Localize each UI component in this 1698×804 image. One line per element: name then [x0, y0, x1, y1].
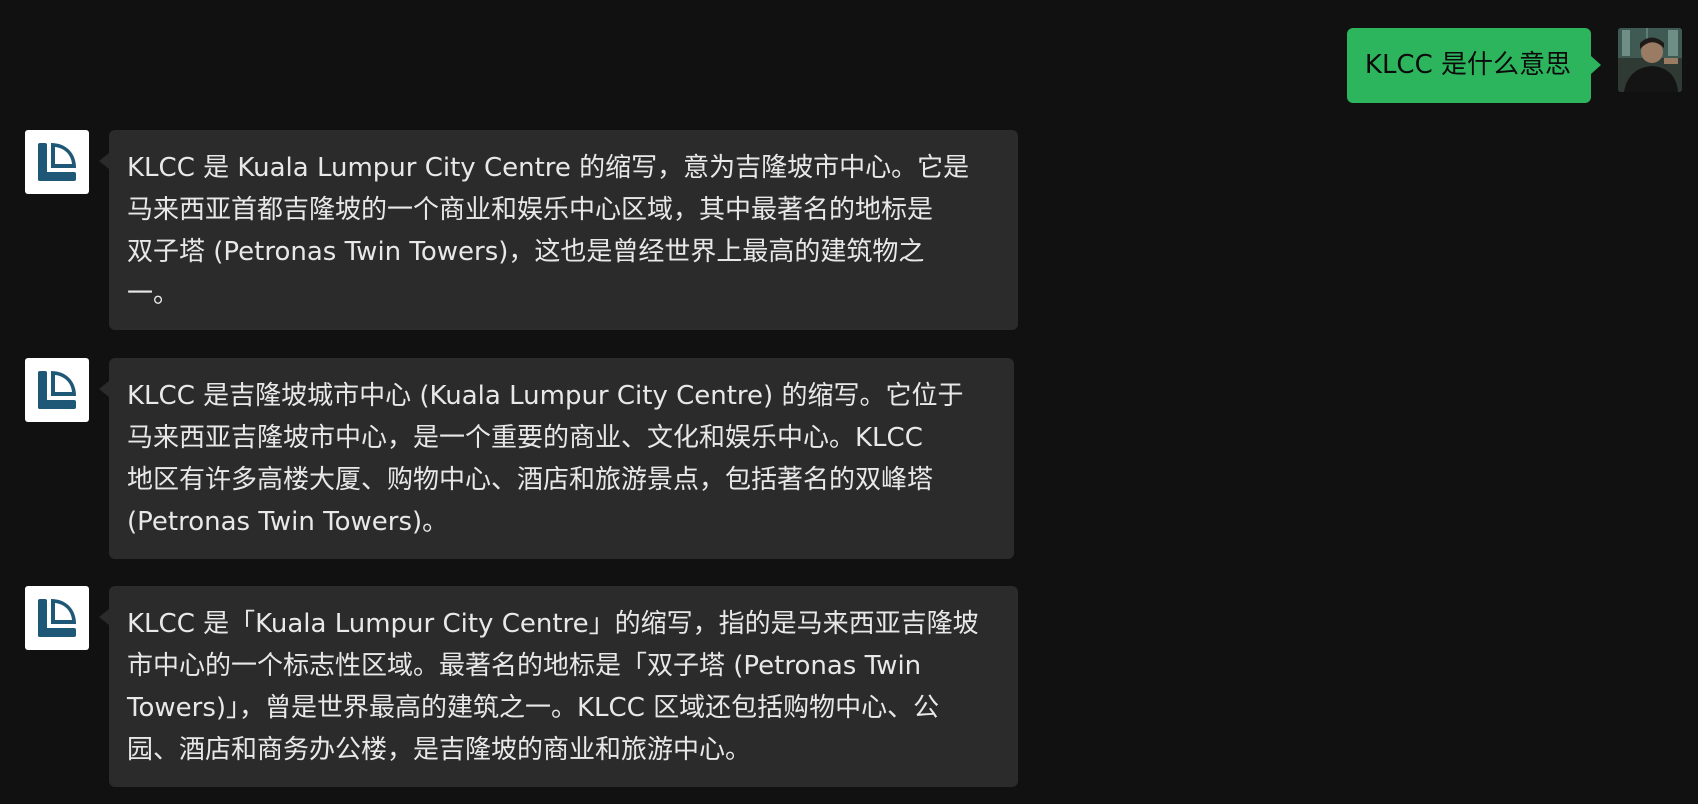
- bot-message-bubble: KLCC 是「Kuala Lumpur City Centre」的缩写，指的是马…: [99, 586, 1018, 787]
- bot-avatar[interactable]: [25, 586, 89, 650]
- user-photo-icon: [1618, 28, 1682, 92]
- bot-avatar[interactable]: [25, 130, 89, 194]
- bot-message-bubble: KLCC 是 Kuala Lumpur City Centre 的缩写，意为吉隆…: [99, 130, 1018, 330]
- user-message-row: KLCC 是什么意思: [1346, 28, 1682, 103]
- bot-message-row: KLCC 是 Kuala Lumpur City Centre 的缩写，意为吉隆…: [25, 130, 1018, 330]
- app-logo-icon: [38, 371, 76, 409]
- bot-message-row: KLCC 是吉隆坡城市中心 (Kuala Lumpur City Centre)…: [25, 358, 1014, 559]
- app-logo-icon: [38, 599, 76, 637]
- bot-avatar[interactable]: [25, 358, 89, 422]
- bot-message-bubble: KLCC 是吉隆坡城市中心 (Kuala Lumpur City Centre)…: [99, 358, 1014, 559]
- user-message-bubble: KLCC 是什么意思: [1346, 28, 1602, 103]
- app-logo-icon: [38, 143, 76, 181]
- user-avatar[interactable]: [1618, 28, 1682, 92]
- bot-message-row: KLCC 是「Kuala Lumpur City Centre」的缩写，指的是马…: [25, 586, 1018, 787]
